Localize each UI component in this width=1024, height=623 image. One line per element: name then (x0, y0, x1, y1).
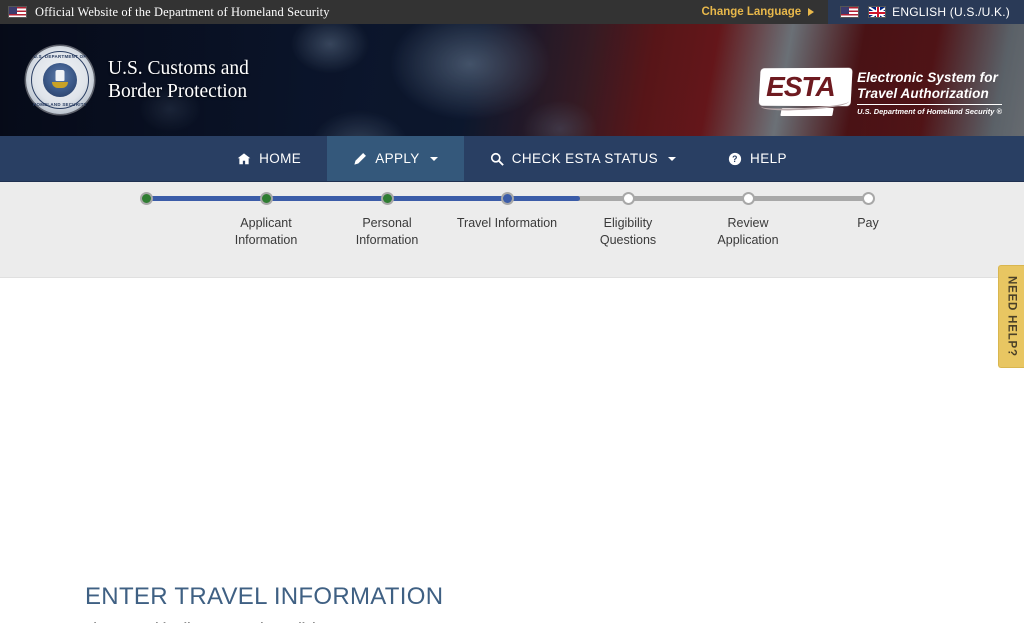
page-title: ENTER TRAVEL INFORMATION (85, 583, 444, 610)
step-dot-eligibility-questions (621, 192, 635, 205)
step-label-line1: Travel Information (456, 216, 558, 230)
step-label-line1: Pay (857, 216, 879, 230)
step-label-pay: Pay (803, 215, 933, 232)
step-review-application[interactable]: Review Application (683, 0, 813, 249)
step-dot-pay (861, 192, 875, 205)
need-help-tab[interactable]: NEED HELP? (998, 265, 1024, 368)
step-applicant-information[interactable]: Applicant Information (201, 0, 331, 249)
step-label-line1: Review (727, 216, 769, 230)
step-label-line1: Eligibility (603, 216, 653, 230)
step-label-personal-information: Personal Information (322, 215, 452, 249)
step-dot-disclaimers (139, 192, 153, 205)
step-label-travel-information: Travel Information (442, 215, 572, 232)
step-dot-review-application (741, 192, 755, 205)
progress-stepper: Applicant Information Personal Informati… (0, 182, 1024, 278)
step-disclaimers[interactable] (81, 0, 211, 215)
step-label-line2: Questions (599, 233, 657, 247)
need-help-label: NEED HELP? (1005, 276, 1018, 357)
step-label-line1: Personal (362, 216, 412, 230)
step-dot-personal-information (380, 192, 394, 205)
step-dot-travel-information (500, 192, 514, 205)
step-label-line2: Information (234, 233, 298, 247)
step-label-eligibility-questions: Eligibility Questions (563, 215, 693, 249)
step-label-applicant-information: Applicant Information (201, 215, 331, 249)
step-travel-information[interactable]: Travel Information (442, 0, 572, 232)
step-label-line2: Application (717, 233, 779, 247)
step-label-line2: Information (355, 233, 419, 247)
step-eligibility-questions[interactable]: Eligibility Questions (563, 0, 693, 249)
step-dot-applicant-information (259, 192, 273, 205)
step-pay[interactable]: Pay (803, 0, 933, 232)
step-label-line1: Applicant (240, 216, 292, 230)
esta-travel-information-page: Official Website of the Department of Ho… (0, 0, 1024, 623)
step-personal-information[interactable]: Personal Information (322, 0, 452, 249)
step-label-review-application: Review Application (683, 215, 813, 249)
